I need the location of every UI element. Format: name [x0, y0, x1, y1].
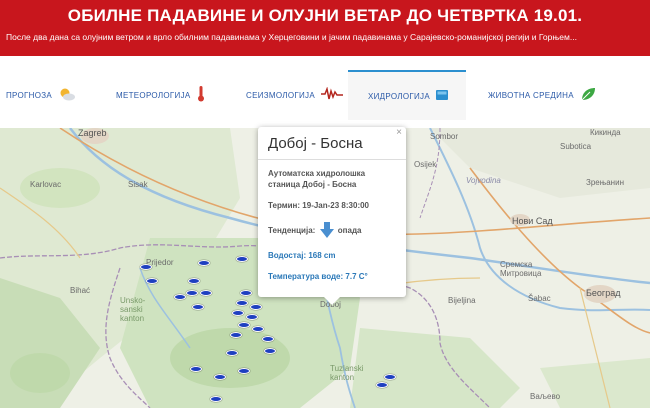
- station-marker[interactable]: [232, 310, 244, 316]
- station-marker[interactable]: [264, 348, 276, 354]
- alert-banner[interactable]: ОБИЛНЕ ПАДАВИНЕ И ОЛУЈНИ ВЕТАР ДО ЧЕТВРТ…: [0, 0, 650, 56]
- station-marker[interactable]: [246, 314, 258, 320]
- tab-label: СЕИЗМОЛОГИЈА: [246, 90, 315, 100]
- station-marker[interactable]: [236, 256, 248, 262]
- category-tabs: ПРОГНОЗА МЕТЕОРОЛОГИЈА СЕИЗМОЛОГИЈА ХИДР…: [0, 70, 650, 120]
- station-marker[interactable]: [238, 368, 250, 374]
- city-label: Subotica: [560, 142, 592, 151]
- water-level-row: Водостај: 168 cm: [268, 251, 336, 260]
- city-label: Зрењанин: [586, 178, 624, 187]
- city-label: Šabac: [528, 294, 551, 303]
- station-marker[interactable]: [200, 290, 212, 296]
- region-label: Unsko- sanski kanton: [120, 296, 146, 323]
- term-row: Термин: 19-Jan-23 8:30:00: [268, 201, 369, 210]
- region-label: Vojvodina: [466, 176, 501, 185]
- city-label: Sombor: [430, 132, 459, 141]
- station-marker[interactable]: [236, 300, 248, 306]
- station-popup: × Добој - Босна Аутоматска хидролошка ст…: [258, 127, 406, 305]
- station-marker[interactable]: [214, 374, 226, 380]
- station-marker[interactable]: [186, 290, 198, 296]
- tab-forecast[interactable]: ПРОГНОЗА: [6, 70, 86, 120]
- popup-pointer: [324, 297, 340, 305]
- station-marker[interactable]: [262, 336, 274, 342]
- thermometer-icon: [197, 86, 205, 104]
- water-gauge-icon: [436, 90, 448, 102]
- water-level-label: Водостај:: [268, 251, 307, 260]
- station-marker[interactable]: [146, 278, 158, 284]
- city-label: Osijek: [414, 160, 437, 169]
- close-icon[interactable]: ×: [396, 127, 402, 138]
- tab-hydrology[interactable]: ХИДРОЛОГИЈА: [348, 70, 466, 120]
- trend-label: Тенденција:: [268, 226, 316, 236]
- station-marker[interactable]: [252, 326, 264, 332]
- city-label: Zagreb: [78, 128, 107, 138]
- city-label: Karlovac: [30, 180, 62, 189]
- city-label: Нови Сад: [512, 216, 553, 226]
- station-marker[interactable]: [240, 290, 252, 296]
- station-description: Аутоматска хидролошка станица Добој - Бо…: [268, 169, 366, 189]
- city-label: Sisak: [128, 180, 148, 189]
- city-label: Београд: [586, 288, 621, 298]
- tab-label: МЕТЕОРОЛОГИЈА: [116, 90, 191, 100]
- station-marker[interactable]: [226, 350, 238, 356]
- arrow-down-icon: [319, 222, 334, 240]
- station-marker[interactable]: [198, 260, 210, 266]
- region-label: Tuzlanski kanton: [330, 364, 364, 382]
- term-label: Термин:: [268, 201, 301, 210]
- city-label: Ваљево: [530, 392, 561, 401]
- tab-label: ХИДРОЛОГИЈА: [368, 91, 430, 101]
- popup-divider: [258, 159, 406, 160]
- water-temp-row: Температура воде: 7.7 C°: [268, 272, 368, 281]
- alert-text[interactable]: После два дана са олујним ветром и врло …: [6, 32, 646, 42]
- city-label: Сремска Митровица: [500, 260, 542, 278]
- tab-meteorology[interactable]: МЕТЕОРОЛОГИЈА: [116, 70, 210, 120]
- station-marker[interactable]: [140, 264, 152, 270]
- station-marker[interactable]: [174, 294, 186, 300]
- tab-label: ЖИВОТНА СРЕДИНА: [488, 90, 574, 100]
- trend-value: опада: [337, 226, 362, 236]
- alert-title[interactable]: ОБИЛНЕ ПАДАВИНЕ И ОЛУЈНИ ВЕТАР ДО ЧЕТВРТ…: [0, 6, 650, 26]
- tab-seismology[interactable]: СЕИЗМОЛОГИЈА: [246, 70, 343, 120]
- station-marker[interactable]: [210, 396, 222, 402]
- popup-title: Добој - Босна: [268, 135, 363, 152]
- station-marker[interactable]: [188, 278, 200, 284]
- station-marker[interactable]: [250, 304, 262, 310]
- station-marker[interactable]: [384, 374, 396, 380]
- trend-row: Тенденција: опада: [268, 222, 361, 240]
- sun-cloud-icon: [58, 87, 76, 103]
- water-temp-label: Температура воде:: [268, 272, 344, 281]
- station-marker[interactable]: [376, 382, 388, 388]
- city-label: Bihać: [70, 286, 91, 295]
- station-marker[interactable]: [190, 366, 202, 372]
- seismograph-icon: [320, 86, 343, 103]
- station-marker[interactable]: [230, 332, 242, 338]
- station-marker[interactable]: [192, 304, 204, 310]
- city-label: Кикинда: [590, 128, 621, 137]
- tab-label: ПРОГНОЗА: [6, 90, 53, 100]
- term-value: 19-Jan-23 8:30:00: [302, 201, 370, 210]
- water-temp-value: 7.7 C°: [345, 272, 368, 281]
- city-label: Bijeljina: [448, 296, 476, 305]
- station-marker[interactable]: [238, 322, 250, 328]
- water-level-value: 168 cm: [308, 251, 336, 260]
- leaf-icon: [580, 87, 596, 103]
- tab-environment[interactable]: ЖИВОТНА СРЕДИНА: [488, 70, 598, 120]
